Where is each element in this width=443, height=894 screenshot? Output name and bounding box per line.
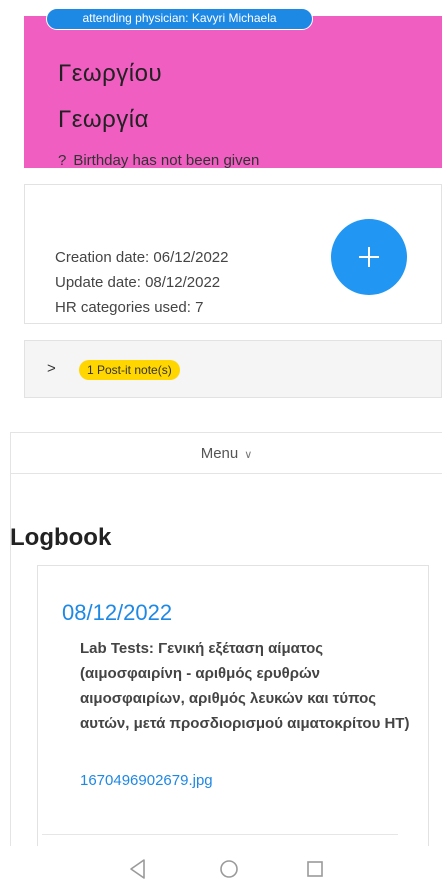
patient-surname: Γεωργίου — [58, 60, 163, 87]
recent-square-icon[interactable] — [305, 858, 325, 885]
postit-count-badge: 1 Post-it note(s) — [79, 360, 180, 380]
birthday-status: ? Birthday has not been given — [58, 152, 259, 169]
hr-categories-count: HR categories used: 7 — [55, 299, 204, 316]
question-icon: ? — [58, 152, 67, 169]
menu-dropdown[interactable]: Menu ∨ — [10, 432, 442, 474]
postit-notes-toggle[interactable]: > 1 Post-it note(s) — [24, 340, 442, 398]
logbook-heading: Logbook — [10, 524, 112, 551]
attachment-link[interactable]: 1670496902679.jpg — [80, 772, 213, 789]
birthday-text: Birthday has not been given — [73, 152, 260, 169]
entry-date: 08/12/2022 — [62, 600, 173, 625]
add-entry-button[interactable] — [331, 219, 407, 295]
update-date: Update date: 08/12/2022 — [55, 274, 221, 291]
chevron-down-icon: ∨ — [244, 449, 253, 461]
patient-first-name: Γεωργία — [58, 106, 150, 133]
logbook-entry-card: 08/12/2022 Lab Tests: Γενική εξέταση αίμ… — [37, 565, 429, 855]
chevron-right-icon: > — [47, 360, 56, 377]
entry-divider — [42, 834, 398, 835]
back-triangle-icon[interactable] — [128, 858, 148, 885]
menu-label: Menu — [200, 445, 239, 462]
entry-description: Lab Tests: Γενική εξέταση αίματος (αιμοσ… — [80, 640, 410, 732]
record-info-card: Creation date: 06/12/2022 Update date: 0… — [24, 184, 442, 324]
creation-date: Creation date: 06/12/2022 — [55, 249, 229, 266]
home-circle-icon[interactable] — [219, 858, 239, 885]
attending-physician-badge: attending physician: Kavyri Michaela — [46, 8, 313, 30]
patient-header-card: Γεωργίου Γεωργία ? Birthday has not been … — [24, 16, 442, 169]
system-nav-bar — [0, 846, 443, 894]
